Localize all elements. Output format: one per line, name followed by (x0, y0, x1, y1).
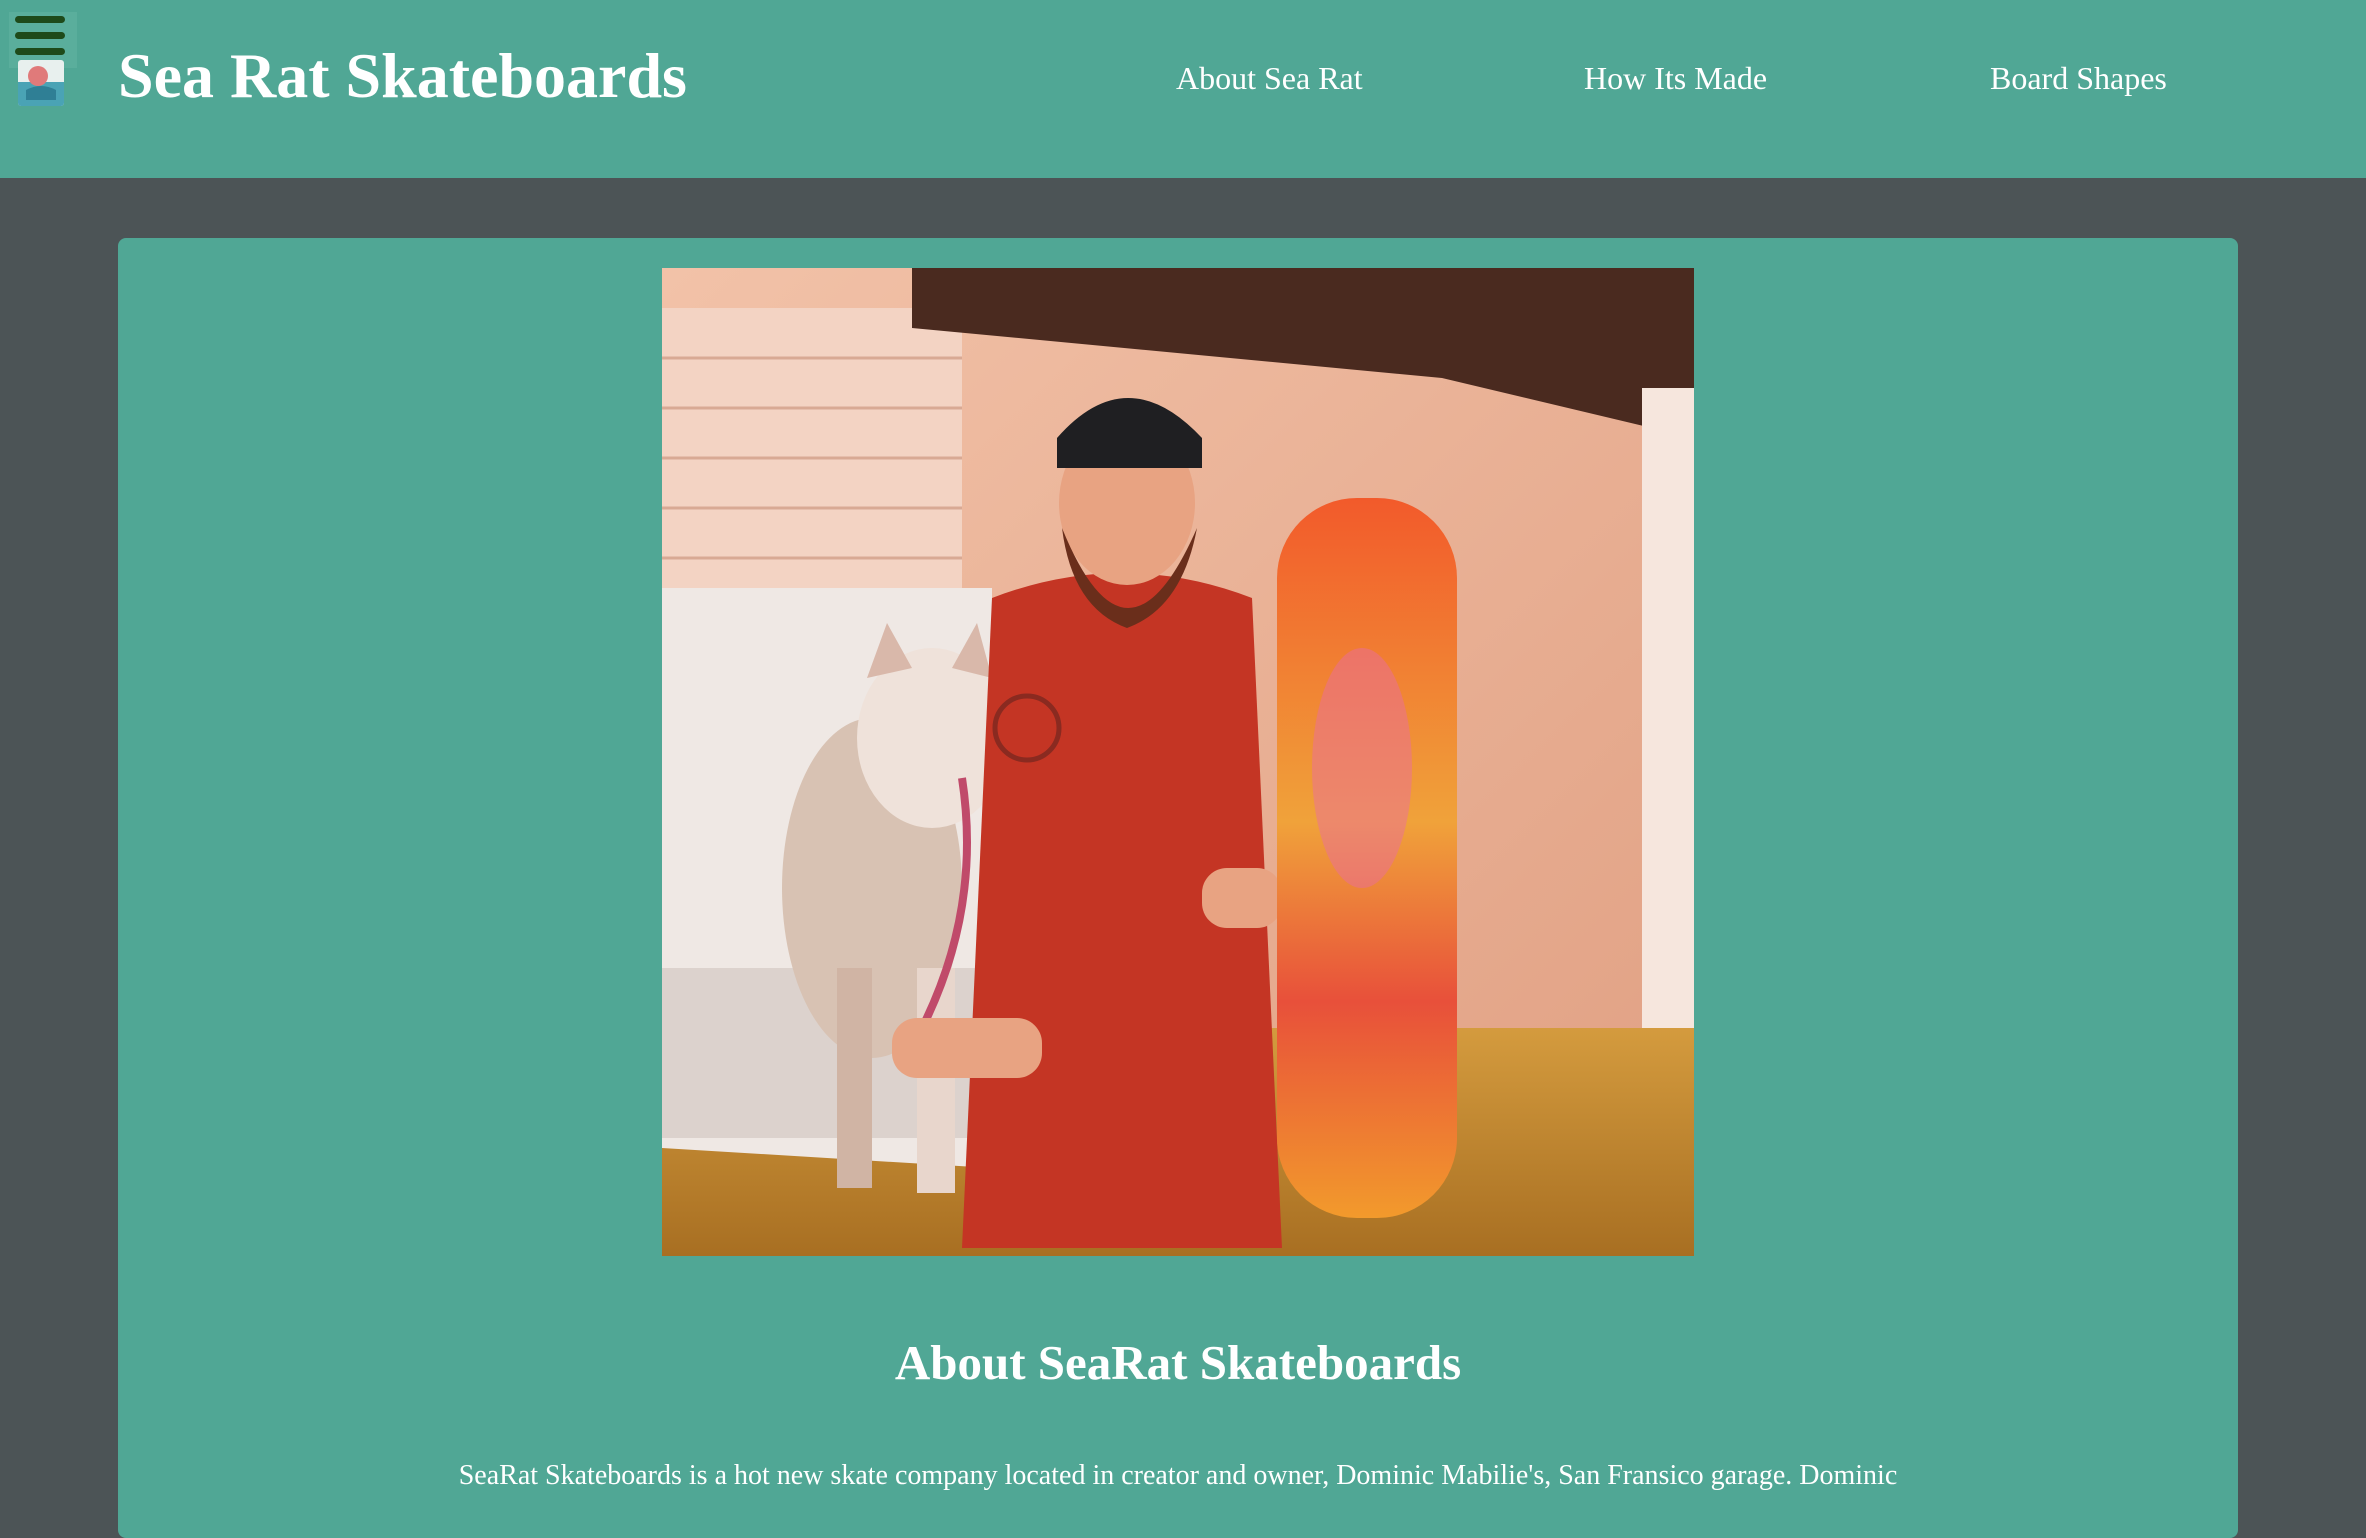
site-header: Sea Rat Skateboards About Sea Rat How It… (0, 0, 2366, 178)
about-heading: About SeaRat Skateboards (894, 1335, 1462, 1390)
main-nav: About Sea Rat How Its Made Board Shapes (0, 55, 2366, 101)
nav-item-about-sea-rat[interactable]: About Sea Rat (1176, 55, 1363, 101)
about-intro-text: SeaRat Skateboards is a hot new skate co… (458, 1460, 1898, 1491)
menu-bar-line (15, 48, 65, 55)
hero-image (662, 268, 1694, 1256)
hero-photo-illustration (662, 268, 1694, 1256)
nav-item-how-its-made[interactable]: How Its Made (1584, 55, 1767, 101)
content-card: About SeaRat Skateboards SeaRat Skateboa… (118, 238, 2238, 1538)
nav-item-board-shapes[interactable]: Board Shapes (1990, 55, 2167, 101)
menu-bar-line (15, 16, 65, 23)
menu-bar-line (15, 32, 65, 39)
